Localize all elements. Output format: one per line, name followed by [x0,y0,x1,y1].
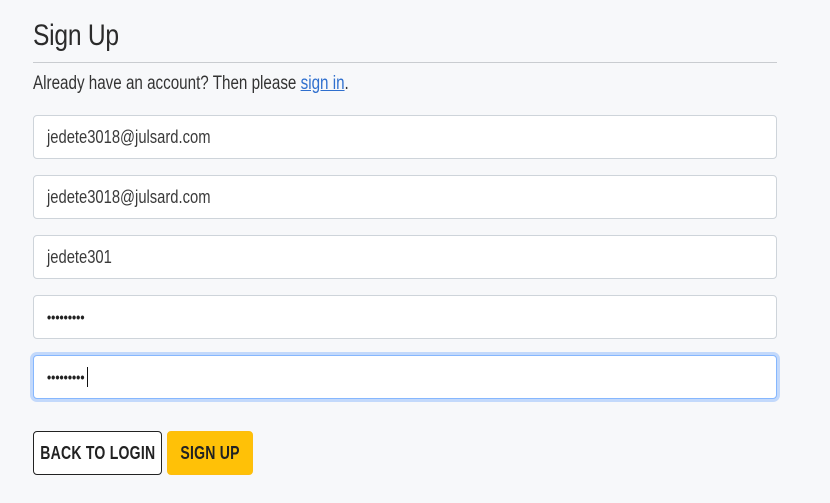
email-field-value: jedete3018@julsard.com [47,126,211,147]
username-field-value: jedete301 [47,246,112,267]
signin-prompt: Already have an account? Then please sig… [33,70,349,98]
page-title: Sign Up [33,19,119,52]
sign-up-label: Sign Up [180,442,240,463]
back-to-login-button[interactable]: Back to Login [33,431,162,475]
password-confirm-field[interactable]: ••••••••• [33,355,777,399]
username-field[interactable]: jedete301 [33,235,777,279]
title-divider [33,62,777,63]
signin-prompt-suffix: . [344,73,349,94]
email-confirm-field-value: jedete3018@julsard.com [47,186,211,207]
back-to-login-label: Back to Login [39,442,156,463]
text-caret [87,367,89,387]
signup-container: Sign Up Already have an account? Then pl… [33,0,777,475]
password-field-value: ••••••••• [47,309,85,325]
signin-prompt-text: Already have an account? Then please [33,73,301,94]
password-field[interactable]: ••••••••• [33,295,777,339]
email-field[interactable]: jedete3018@julsard.com [33,115,777,159]
sign-in-link[interactable]: sign in [301,73,345,94]
password-confirm-field-value: ••••••••• [47,369,85,385]
sign-up-button[interactable]: Sign Up [167,431,253,475]
email-confirm-field[interactable]: jedete3018@julsard.com [33,175,777,219]
